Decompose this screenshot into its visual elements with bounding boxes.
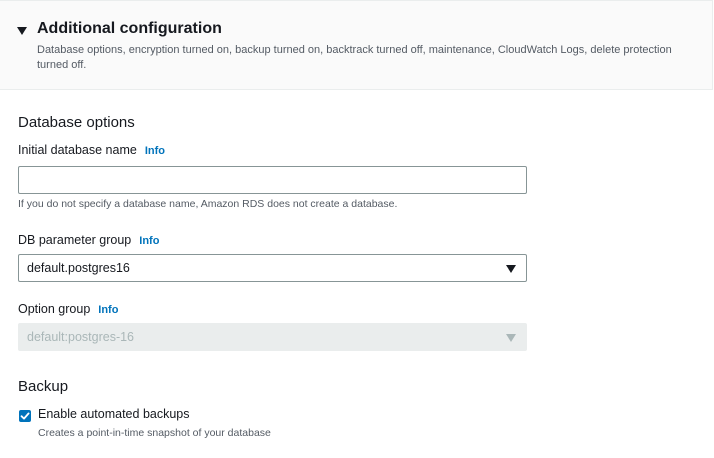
section-description: Database options, encryption turned on, … xyxy=(37,44,672,71)
initial-database-name-input[interactable] xyxy=(18,166,527,194)
info-link[interactable]: Info xyxy=(139,235,159,247)
option-group-label: Option group Info xyxy=(18,302,118,316)
db-parameter-group-select[interactable]: default.postgres16 xyxy=(18,254,527,282)
enable-automated-backups-checkbox[interactable] xyxy=(19,410,31,422)
additional-configuration-header[interactable]: Additional configuration Database option… xyxy=(0,0,713,90)
enable-automated-backups-description: Creates a point-in-time snapshot of your… xyxy=(38,427,271,439)
database-options-title: Database options xyxy=(18,114,135,131)
section-title[interactable]: Additional configuration xyxy=(37,20,222,38)
field-label: DB parameter group xyxy=(18,233,132,247)
info-link[interactable]: Info xyxy=(98,304,118,316)
db-parameter-group-label: DB parameter group Info xyxy=(18,233,159,247)
dropdown-arrow-icon xyxy=(506,265,516,273)
select-value: default:postgres-16 xyxy=(27,330,135,344)
field-label: Option group xyxy=(18,302,91,316)
caret-down-icon[interactable] xyxy=(17,27,27,35)
rds-additional-configuration-page: Additional configuration Database option… xyxy=(0,0,714,458)
field-label: Initial database name xyxy=(18,143,137,157)
initial-database-name-hint: If you do not specify a database name, A… xyxy=(18,198,398,210)
select-value: default.postgres16 xyxy=(27,261,130,275)
enable-automated-backups-label[interactable]: Enable automated backups xyxy=(38,407,190,421)
info-link[interactable]: Info xyxy=(145,145,165,157)
option-group-select: default:postgres-16 xyxy=(18,323,527,351)
checkmark-icon xyxy=(20,412,30,420)
dropdown-arrow-icon xyxy=(506,334,516,342)
backup-title: Backup xyxy=(18,378,69,395)
initial-database-name-label: Initial database name Info xyxy=(18,143,165,157)
